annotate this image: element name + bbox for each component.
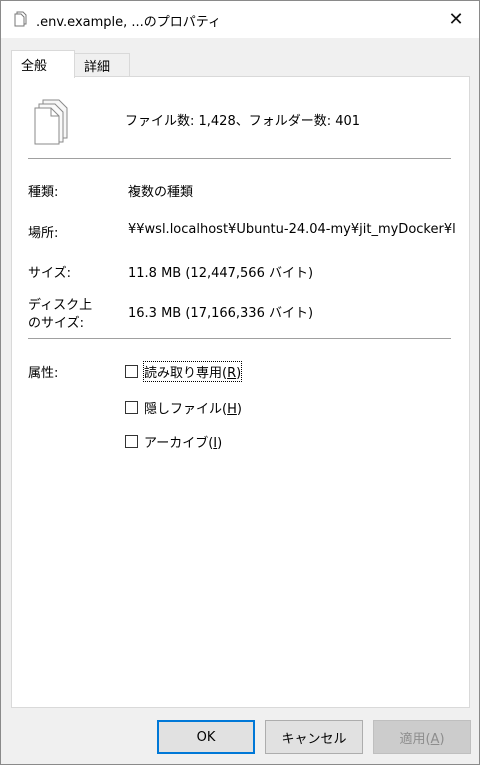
ok-button[interactable]: OK <box>157 720 255 754</box>
attributes-label: 属性: <box>28 366 59 381</box>
disk-size-label: ディスク上 のサイズ: <box>28 297 92 333</box>
files-icon <box>14 11 27 27</box>
close-button[interactable]: ✕ <box>433 1 479 38</box>
disk-size-label-line2: のサイズ: <box>28 316 84 331</box>
archive-checkbox[interactable] <box>125 435 138 448</box>
cancel-button-label: キャンセル <box>281 731 347 747</box>
disk-size-value: 16.3 MB (17,166,336 バイト) <box>128 306 314 321</box>
apply-button-label: 適用(A) <box>399 731 445 747</box>
disk-size-label-line1: ディスク上 <box>28 298 93 313</box>
type-label: 種類: <box>28 185 59 200</box>
apply-button[interactable]: 適用(A) <box>373 720 471 754</box>
window-title: .env.example, ...のプロパティ <box>36 15 222 30</box>
separator <box>28 158 451 159</box>
tab-general[interactable]: 全般 <box>11 50 75 78</box>
general-panel: ファイル数: 1,428、フォルダー数: 401 種類: 複数の種類 場所: ¥… <box>11 76 470 708</box>
close-icon: ✕ <box>448 9 464 30</box>
file-count-summary: ファイル数: 1,428、フォルダー数: 401 <box>125 114 361 129</box>
archive-label[interactable]: アーカイブ(I) <box>144 432 222 451</box>
tab-details[interactable]: 詳細 <box>74 53 130 77</box>
location-label: 場所: <box>28 226 59 241</box>
type-value: 複数の種類 <box>128 185 194 200</box>
ok-button-label: OK <box>196 729 216 745</box>
hidden-label[interactable]: 隠しファイル(H) <box>144 398 242 417</box>
size-value: 11.8 MB (12,447,566 バイト) <box>128 266 314 281</box>
archive-checkbox-row[interactable]: アーカイブ(I) <box>125 432 222 451</box>
tab-strip: 全般 詳細 <box>11 50 471 78</box>
location-value[interactable]: ¥¥wsl.localhost¥Ubuntu-24.04-my¥jit_myDo… <box>128 222 455 237</box>
multiple-files-icon <box>34 99 68 145</box>
hidden-checkbox-row[interactable]: 隠しファイル(H) <box>125 398 242 417</box>
cancel-button[interactable]: キャンセル <box>265 720 363 754</box>
readonly-label[interactable]: 読み取り専用(R) <box>142 361 243 382</box>
readonly-checkbox-row[interactable]: 読み取り専用(R) <box>125 361 243 382</box>
title-bar: .env.example, ...のプロパティ ✕ <box>1 1 479 38</box>
size-label: サイズ: <box>28 266 71 281</box>
readonly-checkbox[interactable] <box>125 365 138 378</box>
tab-general-label: 全般 <box>21 59 48 74</box>
hidden-checkbox[interactable] <box>125 401 138 414</box>
tab-details-label: 詳細 <box>84 60 111 75</box>
separator <box>28 338 451 339</box>
properties-dialog: .env.example, ...のプロパティ ✕ 全般 詳細 ファイル数: 1… <box>0 0 480 765</box>
